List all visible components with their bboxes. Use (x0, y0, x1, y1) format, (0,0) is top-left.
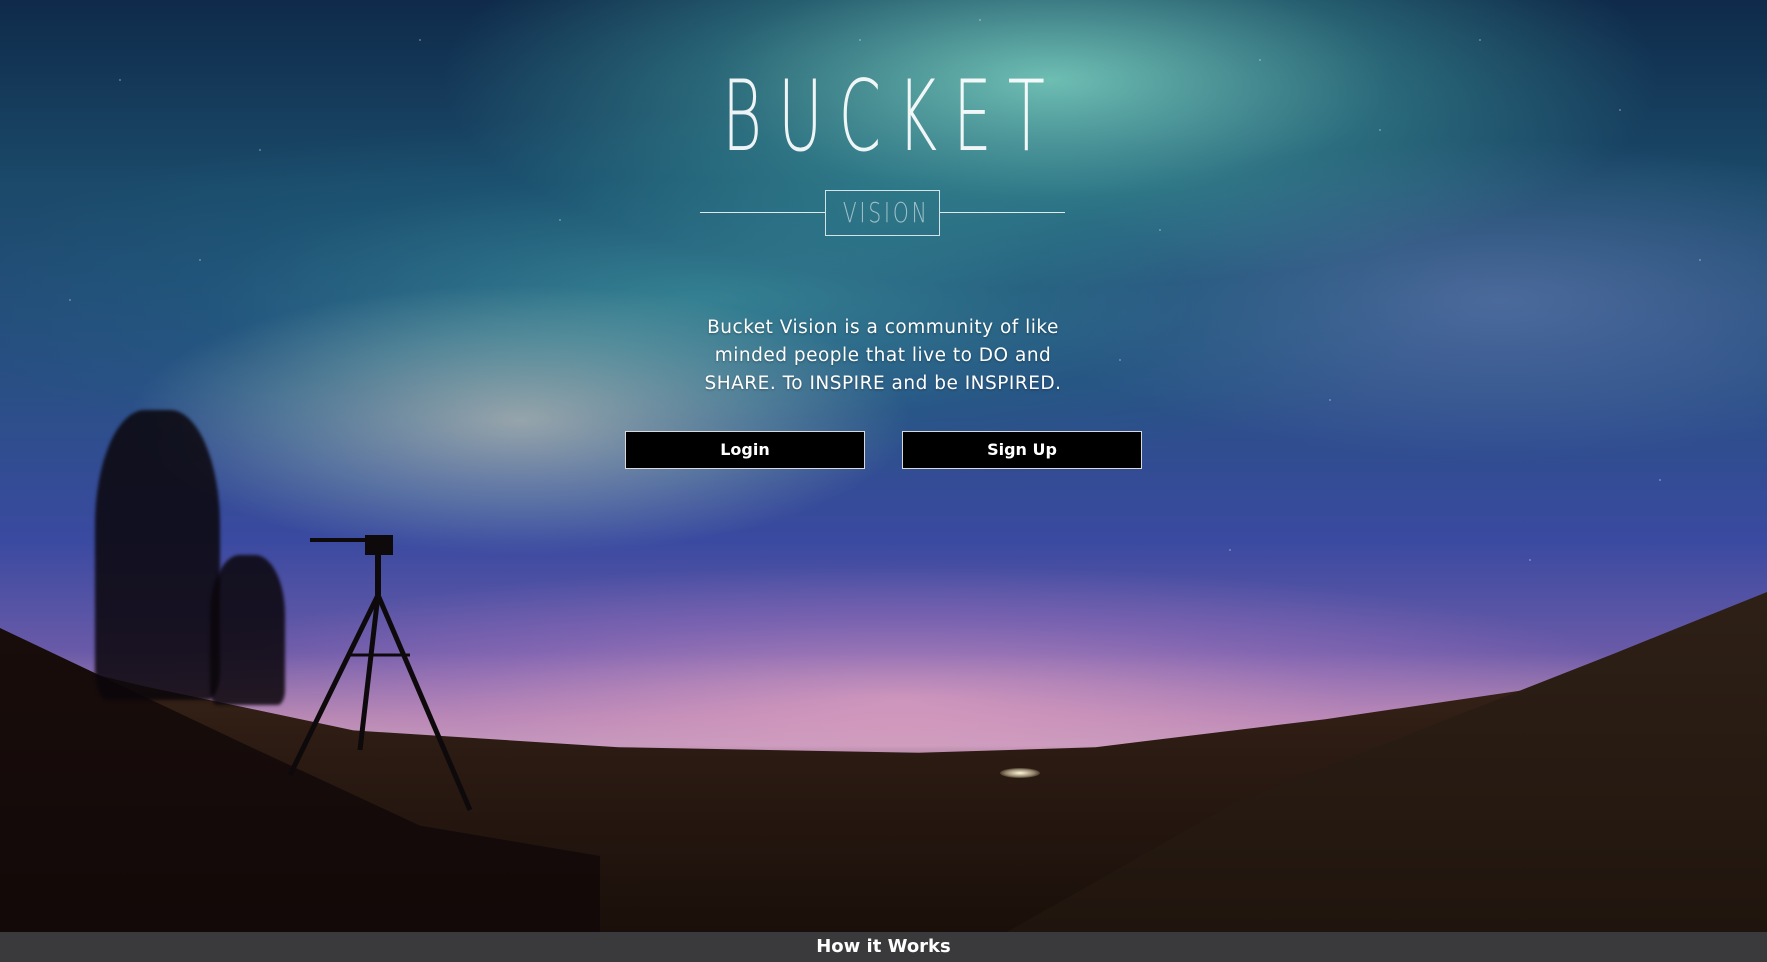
tripod-camera-icon (287, 535, 473, 811)
logo-title: BUCKET (722, 60, 1061, 174)
horizon-light (1000, 768, 1040, 778)
logo-subtitle-text: VISION (842, 196, 930, 229)
logo-rule-left (700, 212, 825, 213)
how-it-works-bar[interactable]: How it Works (0, 932, 1767, 962)
tagline: Bucket Vision is a community of like min… (704, 317, 1062, 394)
person-silhouette (95, 410, 220, 700)
signup-button[interactable]: Sign Up (902, 431, 1142, 469)
login-button[interactable]: Login (625, 431, 865, 469)
logo-rule-right (940, 212, 1065, 213)
logo-subtitle: VISION (825, 190, 940, 236)
